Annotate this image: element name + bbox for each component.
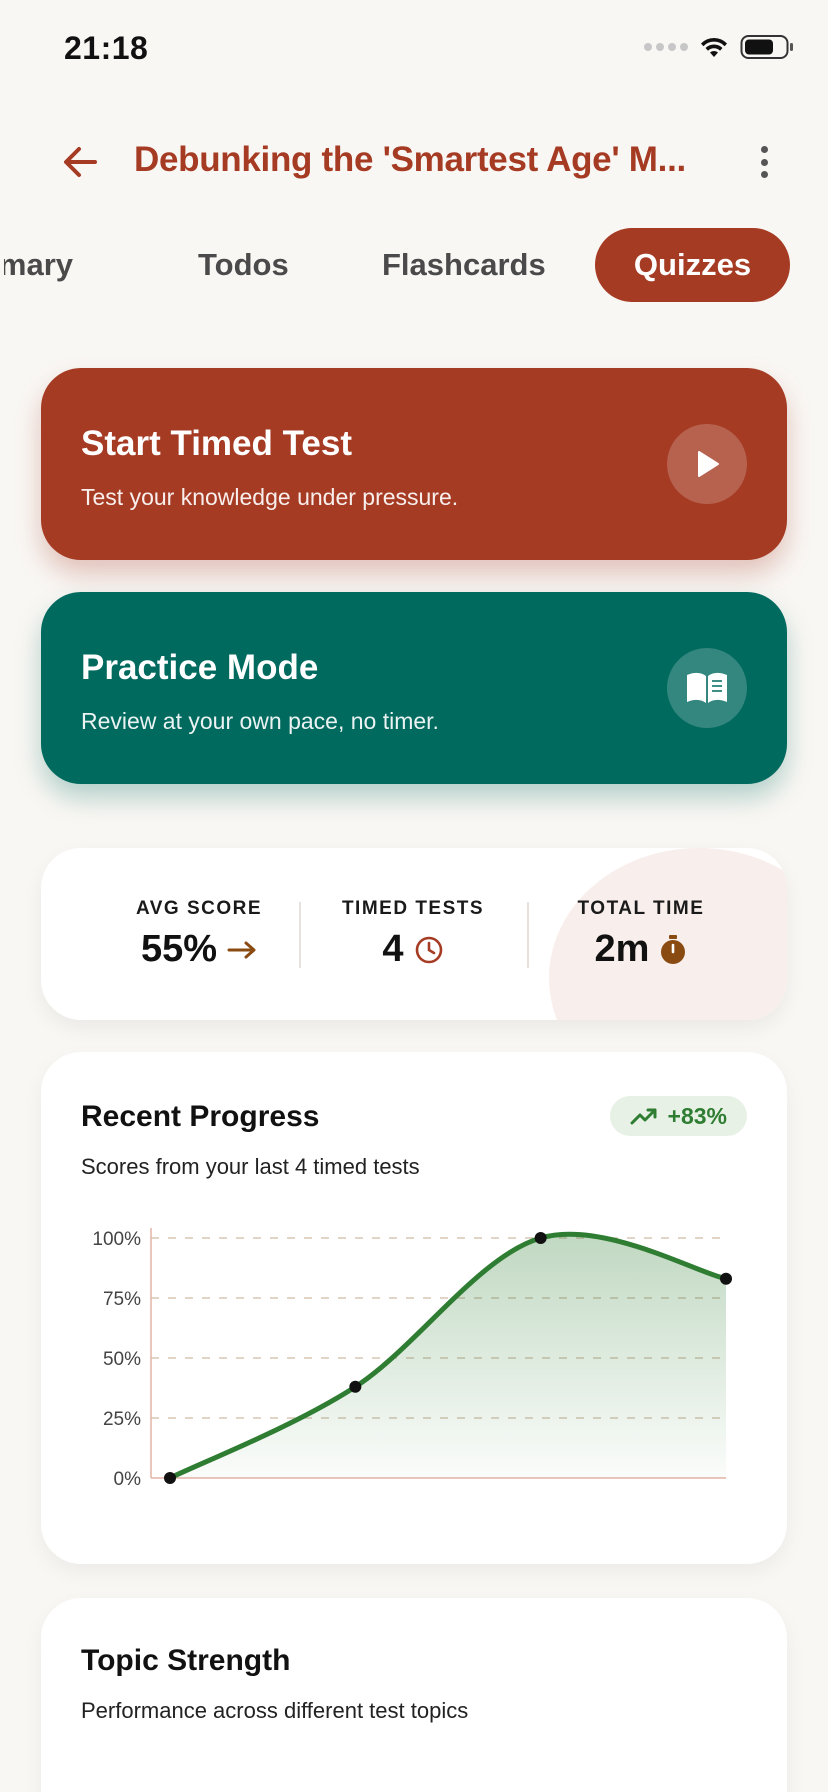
start-timed-test-button[interactable]: Start Timed Test Test your knowledge und… — [41, 368, 787, 560]
arrow-right-icon — [227, 941, 256, 958]
clock-icon — [415, 936, 442, 963]
more-vertical-icon — [760, 146, 768, 153]
stopwatch-icon — [661, 934, 686, 964]
play-icon — [667, 424, 747, 504]
tab-summary[interactable]: nmary — [4, 228, 73, 302]
stat-value: 55% — [140, 928, 218, 970]
stats-card: AVG SCORE 55% TIMED TESTS 4 TOTAL TIME 2… — [41, 848, 787, 1020]
recent-progress-card: Recent Progress Scores from your last 4 … — [41, 1052, 787, 1564]
tab-todos[interactable]: Todos — [198, 228, 289, 302]
status-icons — [644, 34, 794, 60]
page-title: Debunking the 'Smartest Age' M... — [134, 140, 686, 179]
divider — [299, 902, 301, 968]
topic-title: Topic Strength — [81, 1644, 291, 1677]
tab-bar: nmary Todos Flashcards Quizzes — [0, 228, 828, 306]
status-time: 21:18 — [64, 30, 149, 66]
stat-value: 2m — [594, 928, 650, 970]
practice-mode-title: Practice Mode — [81, 648, 319, 687]
progress-chart: 0% 25% 50% 75% 100% — [92, 1228, 732, 1490]
y-tick-label: 0% — [114, 1469, 142, 1490]
stat-timed-tests: TIMED TESTS 4 — [313, 898, 513, 971]
stat-label: AVG SCORE — [135, 898, 263, 919]
stat-value: 4 — [382, 928, 404, 970]
tab-quizzes[interactable]: Quizzes — [595, 228, 790, 302]
practice-mode-subtitle: Review at your own pace, no timer. — [81, 708, 439, 734]
divider — [527, 902, 529, 968]
y-tick-label: 50% — [103, 1349, 141, 1370]
tab-flashcards[interactable]: Flashcards — [382, 228, 546, 302]
cellular-signal-icon — [644, 43, 688, 51]
stat-total-time: TOTAL TIME 2m — [541, 898, 741, 971]
back-button[interactable] — [58, 140, 102, 184]
stat-avg-score: AVG SCORE 55% — [99, 898, 299, 971]
data-point — [720, 1272, 732, 1285]
data-point — [349, 1380, 362, 1393]
data-point — [534, 1232, 547, 1244]
status-bar: 21:18 — [0, 0, 828, 100]
topic-strength-card: Topic Strength Performance across differ… — [41, 1598, 787, 1792]
timed-test-subtitle: Test your knowledge under pressure. — [81, 484, 459, 510]
more-options-button[interactable] — [752, 142, 776, 182]
y-tick-label: 100% — [92, 1229, 141, 1250]
y-tick-label: 75% — [103, 1289, 141, 1310]
data-point — [164, 1472, 176, 1484]
arrow-left-icon — [64, 147, 97, 177]
practice-mode-button[interactable]: Practice Mode Review at your own pace, n… — [41, 592, 787, 784]
topic-subtitle: Performance across different test topics — [81, 1698, 469, 1723]
battery-icon — [740, 35, 793, 59]
y-tick-label: 25% — [103, 1409, 141, 1430]
book-icon — [667, 648, 747, 728]
stat-label: TIMED TESTS — [341, 898, 485, 919]
timed-test-title: Start Timed Test — [81, 424, 352, 463]
stat-label: TOTAL TIME — [577, 898, 705, 919]
app-header: Debunking the 'Smartest Age' M... — [0, 130, 828, 190]
wifi-icon — [701, 37, 727, 57]
